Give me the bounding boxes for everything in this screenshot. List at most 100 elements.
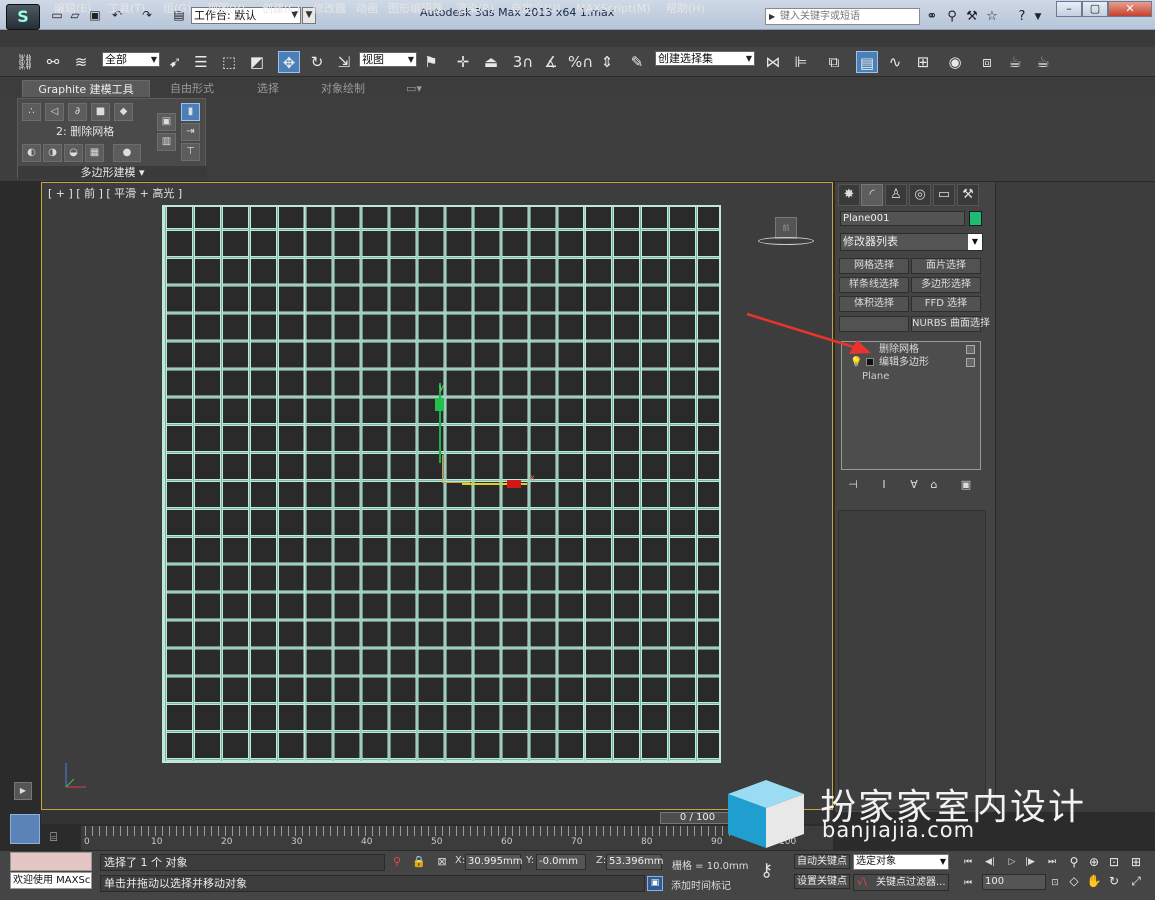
edge-icon[interactable]: ◁ [45,103,64,121]
menu-modifiers[interactable]: 修改器 [313,1,346,16]
menu-views[interactable]: 视图(V) [207,1,245,16]
auto-key-button[interactable]: 自动关键点 [794,854,850,869]
curve-editor-icon[interactable]: ∿ [884,51,906,73]
tab-freeform[interactable]: 自由形式 [160,80,224,97]
window-crossing-icon[interactable]: ◩ [246,51,268,73]
poly-select-button[interactable]: 多边形选择 [911,277,981,293]
set-key-button[interactable]: 设置关键点 [794,874,850,889]
render-production-icon[interactable]: ☕ [1032,51,1054,73]
ffd-select-button[interactable]: FFD 选择 [911,296,981,312]
viewcube[interactable]: 前 [755,217,815,251]
search-input[interactable]: ▶ 键入关键字或短语 [765,8,920,25]
angle-snap-icon[interactable]: ∡ [540,51,562,73]
render-setup-icon[interactable]: ⧈ [976,51,998,73]
select-and-scale-icon[interactable]: ⇲ [333,51,355,73]
select-object-icon[interactable]: ➹ [164,51,186,73]
align-icon[interactable]: ⊫ [790,51,812,73]
schematic-view-icon[interactable]: ⊞ [912,51,934,73]
nurbs-surface-select-button[interactable]: NURBS 曲面选择 [911,316,990,332]
modify-tab-icon[interactable]: ◜ [861,184,883,206]
menu-graph-editors[interactable]: 图形编辑器 [388,1,443,16]
menu-group[interactable]: 组(G) [163,1,191,16]
current-frame-field[interactable]: 100 [982,874,1046,890]
prev-modifier-icon[interactable]: ◐ [22,144,41,162]
preserve-uvs-icon[interactable]: ▣ [157,113,176,131]
ribbon-group-label[interactable]: 多边形建模 ▾ [18,166,207,179]
y-coordinate-field[interactable]: -0.0mm [536,854,586,870]
use-displacement-icon[interactable]: ▥ [157,133,176,151]
make-unique-icon[interactable]: ∀ [906,478,922,492]
ribbon-options-icon[interactable]: ▭▾ [402,80,426,97]
edit-named-selection-icon[interactable]: ✎ [626,51,648,73]
menu-animation[interactable]: 动画 [356,1,378,16]
material-editor-icon[interactable]: ◉ [944,51,966,73]
patch-select-button[interactable]: 面片选择 [911,258,981,274]
close-button[interactable]: ✕ [1108,1,1152,17]
time-config-icon[interactable]: ⊡ [1047,876,1063,890]
select-manipulate-icon[interactable]: ✛ [452,51,474,73]
collapse-stack-icon[interactable]: ▦ [85,144,104,162]
menu-tools[interactable]: 工具(T) [108,1,145,16]
stack-item-checkbox[interactable] [966,345,975,354]
next-modifier-icon[interactable]: ◑ [43,144,62,162]
selection-filter-dropdown[interactable]: 全部 ▼ [102,52,160,67]
zoom-extents-all-icon[interactable]: ⊞ [1128,855,1144,870]
favorites-star-icon[interactable]: ☆ [984,9,1000,25]
stack-item-plane[interactable]: Plane [844,370,979,383]
front-viewport[interactable]: [ + ] [ 前 ] [ 平滑 + 高光 ] y x 前 [41,182,833,810]
border-icon[interactable]: ∂ [68,103,87,121]
mini-listener-button[interactable] [10,814,40,844]
percent-snap-icon[interactable]: %∩ [568,51,593,73]
maxscript-mini-listener[interactable]: 欢迎使用 MAXSc [10,872,92,889]
graphite-toggle-icon[interactable]: ▤ [856,51,878,73]
rendered-frame-window-icon[interactable]: ☕ [1004,51,1026,73]
add-time-tag-button[interactable]: 添加时间标记 [671,877,731,892]
layer-manager-icon[interactable]: ⧉ [823,51,845,73]
polygon-icon[interactable]: ■ [91,103,110,121]
viewport-label[interactable]: [ + ] [ 前 ] [ 平滑 + 高光 ] [48,185,182,201]
pin-stack-icon[interactable]: ▮ [181,103,200,121]
hierarchy-tab-icon[interactable]: ♙ [885,184,907,206]
stack-item-checkbox[interactable] [966,358,975,367]
gizmo-y-axis[interactable] [439,383,441,463]
gizmo-x-arrowhead[interactable] [507,480,521,488]
gizmo-y-arrowhead[interactable] [435,398,444,411]
maximize-viewport-icon[interactable]: ⤢ [1128,874,1144,889]
zoom-extents-icon[interactable]: ⊡ [1106,855,1122,870]
pivot-point-center-icon[interactable]: ⚑ [420,51,442,73]
trackbar-menu-icon[interactable]: ⌸ [50,830,70,846]
bind-space-warp-icon[interactable]: ≋ [70,51,92,73]
spline-select-button[interactable]: 样条线选择 [839,277,909,293]
toggle-command-panel-icon[interactable]: ● [113,144,141,162]
menu-customize[interactable]: 自定义(U) [511,1,561,16]
select-and-link-icon[interactable]: ⛓ [14,51,36,73]
x-coordinate-field[interactable]: 30.995mm [465,854,522,870]
help-dropdown-icon[interactable]: ▼ [1030,9,1046,25]
named-selection-dropdown[interactable]: 创建选择集 ▼ [655,51,755,66]
z-coordinate-field[interactable]: 53.396mm [606,854,663,870]
isolate-selection-icon[interactable]: ⚲ [390,855,404,869]
keyboard-shortcut-override-icon[interactable]: ⏏ [480,51,502,73]
viewcube-compass-ring[interactable] [758,237,814,245]
vertex-icon[interactable]: ∴ [22,103,41,121]
snaps-toggle-icon[interactable]: 3∩ [512,51,534,73]
subscription-icon[interactable]: ⚲ [944,9,960,25]
communication-center-icon[interactable]: ⚒ [964,9,980,25]
key-icon[interactable]: ⚷ [760,860,788,884]
rect-selection-icon[interactable]: ⬚ [218,51,240,73]
track-bar[interactable]: 0 10 20 30 40 50 60 70 80 90 100 [81,826,833,850]
select-and-rotate-icon[interactable]: ↻ [306,51,328,73]
menu-rendering[interactable]: 渲染(R) [456,1,494,16]
binoculars-icon[interactable]: ⚭ [924,9,940,25]
tab-selection[interactable]: 选择 [240,80,296,97]
tab-object-paint[interactable]: 对象绘制 [310,80,376,97]
field-of-view-icon[interactable]: ◇ [1066,874,1082,889]
key-filters-button[interactable]: √\ 关键点过滤器... [853,874,949,891]
spinner-snap-icon[interactable]: ⇕ [596,51,618,73]
plane-mesh[interactable] [162,205,721,763]
unlink-icon[interactable]: ⚯ [42,51,64,73]
motion-tab-icon[interactable]: ◎ [909,184,931,206]
menu-create[interactable]: 创建(C) [262,1,300,16]
menu-maxscript[interactable]: MAXScript(M) [576,1,651,16]
show-end-result-icon[interactable]: Ⅰ [876,478,892,492]
